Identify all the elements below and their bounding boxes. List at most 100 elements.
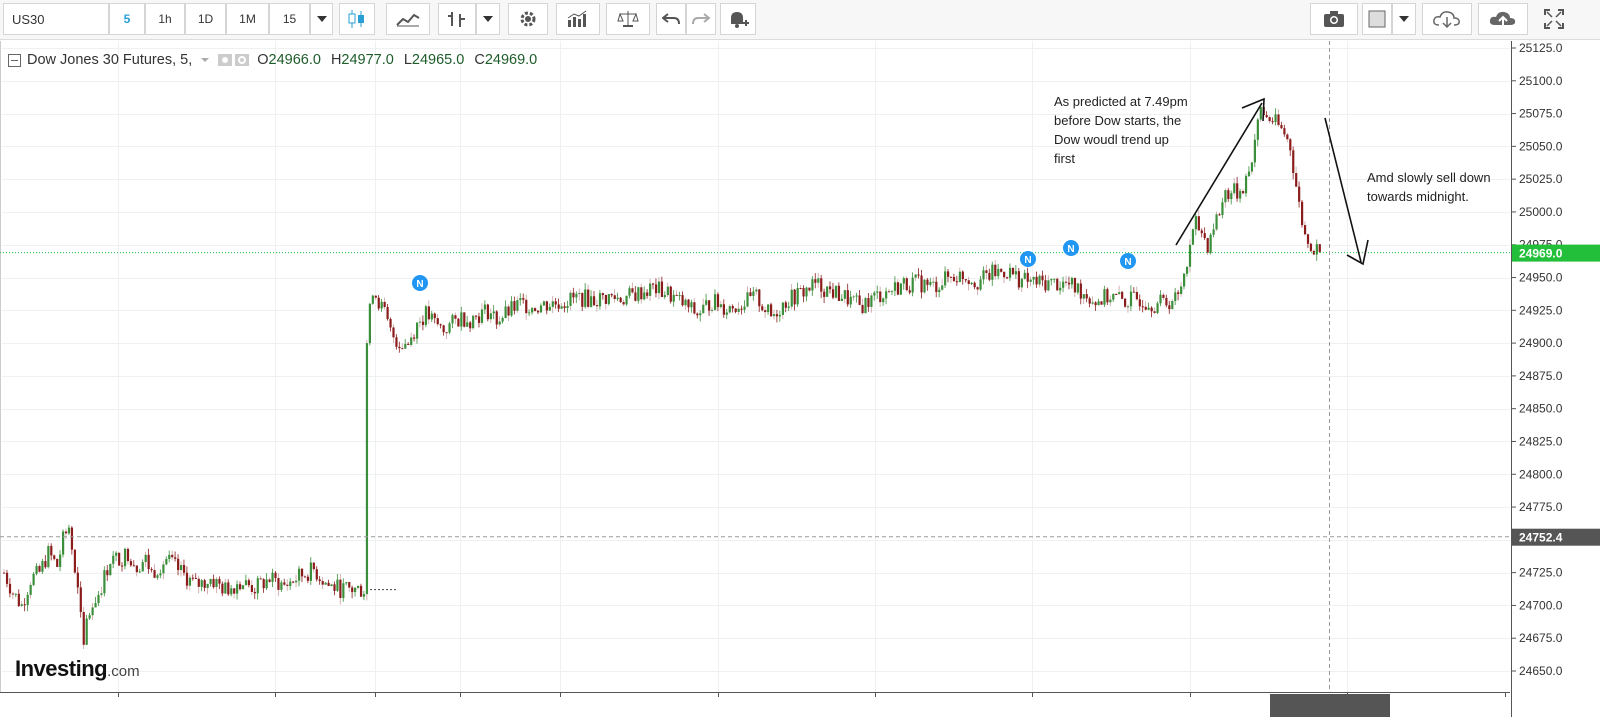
candle-body <box>1020 278 1023 288</box>
candle-body <box>1318 244 1321 252</box>
trend-down-arrowhead <box>1346 239 1369 266</box>
candle-body <box>318 579 321 582</box>
settings-icon[interactable] <box>235 53 250 67</box>
candle-body <box>150 569 153 571</box>
candle-body <box>873 292 876 296</box>
candle-body <box>401 348 404 350</box>
candle-body <box>613 295 616 300</box>
candle-body <box>1309 243 1313 251</box>
annotation-line: towards midnight. <box>1367 189 1469 204</box>
candle-body <box>354 587 357 593</box>
annotation-line: As predicted at 7.49pm <box>1054 94 1188 109</box>
candle-body <box>5 572 9 584</box>
candle-body <box>159 573 162 576</box>
candle-body <box>1159 294 1162 304</box>
candle-body <box>610 294 613 296</box>
candle-body <box>802 288 805 297</box>
eye-icon[interactable] <box>218 53 233 67</box>
candle-body <box>1088 298 1091 304</box>
candle-body <box>870 295 873 307</box>
candle-body <box>168 554 171 559</box>
chart-overlays: N N N N <box>0 41 1510 692</box>
candle-body <box>247 580 251 586</box>
candle-body <box>578 293 581 295</box>
candle-body <box>1289 139 1292 151</box>
candle-body <box>1006 277 1009 279</box>
candle-body <box>681 295 684 306</box>
candle-body <box>817 278 820 283</box>
candle-body <box>888 291 891 293</box>
price-axis[interactable]: 25125.0 25100.0 25075.0 25050.0 25025.0 25000… <box>1511 41 1600 717</box>
candle-body <box>194 577 197 579</box>
candle-body <box>1056 278 1059 291</box>
candle-body <box>637 287 640 301</box>
candle-body <box>607 294 610 304</box>
candle-body <box>1017 271 1020 288</box>
candle-body <box>1206 238 1209 253</box>
candle-body <box>840 298 843 301</box>
candle-body <box>770 304 773 317</box>
candle-body <box>44 561 47 568</box>
candle-body <box>525 299 528 314</box>
price-axis-label: 24675.0 <box>1519 631 1563 645</box>
candle-body <box>563 306 566 309</box>
candle-body <box>684 299 687 306</box>
candle-body <box>584 289 587 307</box>
candle-body <box>964 279 967 281</box>
candle-body <box>778 314 782 317</box>
candle-body <box>233 588 236 594</box>
candle-body <box>85 618 88 645</box>
candle-body <box>911 277 914 293</box>
candle-body <box>67 527 71 534</box>
candle-body <box>941 285 944 290</box>
candle-body <box>587 289 590 307</box>
candle-body <box>271 572 274 582</box>
crosshair-price-label: 24752.4 <box>1519 531 1563 545</box>
candle-body <box>601 293 605 296</box>
candle-body <box>967 280 970 285</box>
candle-body <box>790 289 793 307</box>
candle-body <box>572 292 575 298</box>
price-chart[interactable]: N N N N 25125.0 25100.0 25075.0 25050.0 25025.0… <box>0 0 1600 717</box>
candle-body <box>1295 173 1298 187</box>
candle-body <box>536 310 540 313</box>
candle-body <box>439 324 442 326</box>
collapse-icon[interactable] <box>8 53 21 67</box>
candle-body <box>625 295 628 305</box>
candle-body <box>306 576 310 581</box>
candle-body <box>141 562 144 572</box>
candle-body <box>669 286 672 302</box>
candle-body <box>1062 281 1065 288</box>
candle-body <box>250 585 253 592</box>
candle-body <box>129 561 133 566</box>
candle-body <box>616 297 619 300</box>
candle-body <box>451 315 454 324</box>
candle-body <box>1303 225 1307 235</box>
price-axis-label: 24925.0 <box>1519 303 1563 317</box>
candle-body <box>76 572 79 588</box>
candle-body <box>1067 282 1071 285</box>
candle-body <box>958 271 961 283</box>
candle-body <box>1003 271 1006 278</box>
candle-body <box>41 561 44 572</box>
candle-body <box>135 565 138 573</box>
candle-body <box>418 321 422 323</box>
candle-body <box>929 282 932 285</box>
sell-down-annotation: Amd slowly sell down towards midnight. <box>1367 168 1491 206</box>
candle-body <box>746 292 749 307</box>
chevron-down-icon[interactable] <box>198 55 212 65</box>
candle-body <box>357 585 360 588</box>
candle-body <box>147 554 150 570</box>
candle-body <box>327 582 330 586</box>
candle-body <box>345 582 348 584</box>
candle-body <box>557 304 560 309</box>
candle-body <box>1174 292 1177 301</box>
candle-body <box>696 313 699 316</box>
candle-body <box>132 565 135 567</box>
candle-body <box>1177 292 1180 294</box>
candle-body <box>708 300 711 311</box>
candle-body <box>678 295 681 297</box>
candle-body <box>430 313 433 320</box>
candle-body <box>1212 229 1215 235</box>
price-axis-label: 25050.0 <box>1519 139 1563 153</box>
